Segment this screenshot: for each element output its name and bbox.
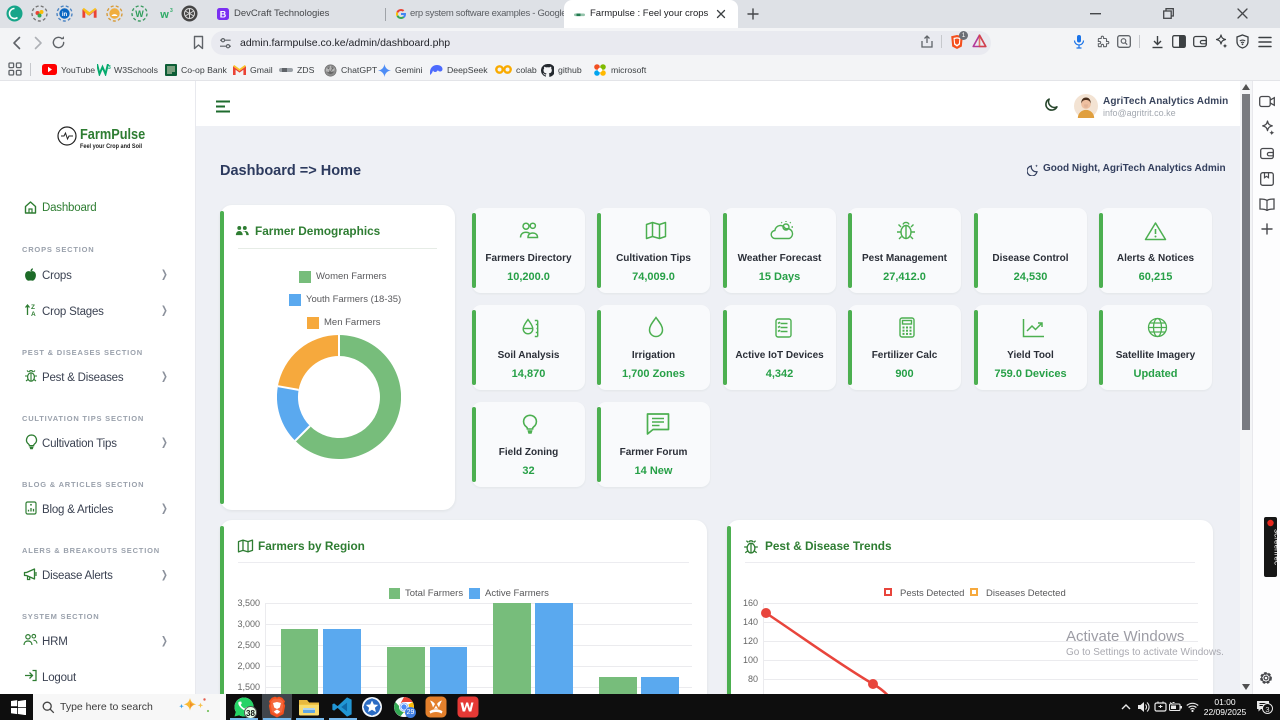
svg-text:w: w — [159, 9, 169, 21]
svg-text:W: W — [135, 9, 144, 19]
svg-text:3: 3 — [108, 65, 111, 71]
svg-text:Z: Z — [31, 304, 35, 311]
svg-text:3: 3 — [170, 8, 173, 14]
svg-text:screenrec: screenrec — [1273, 529, 1278, 565]
svg-text:A: A — [31, 311, 36, 317]
svg-text:in: in — [62, 12, 68, 18]
svg-text:B: B — [220, 10, 227, 20]
